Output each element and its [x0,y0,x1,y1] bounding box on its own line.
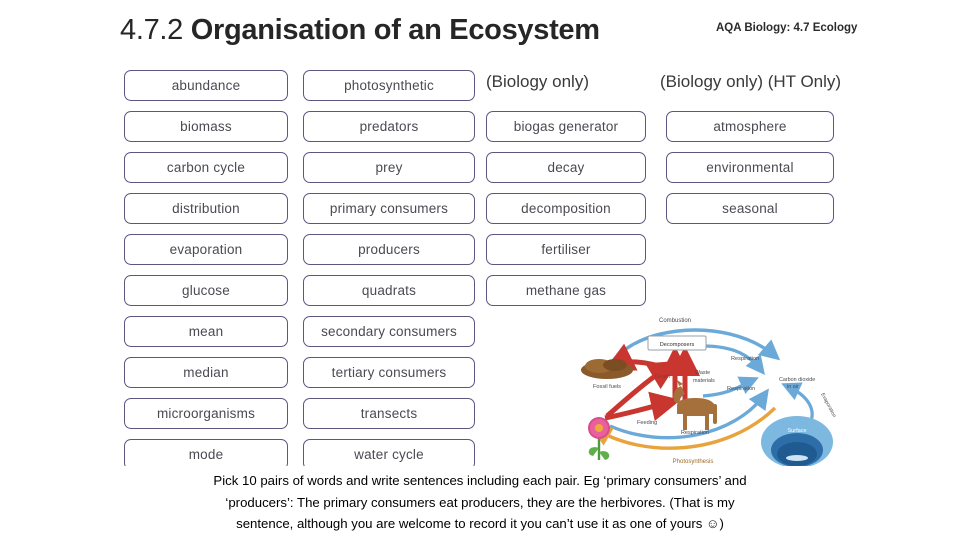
label-evaporation: Evaporation [819,392,837,419]
slide-canvas: 4.7.2 Organisation of an Ecosystem AQA B… [0,0,960,540]
word-box-biomass[interactable]: biomass [124,111,288,142]
word-box-transects[interactable]: transects [303,398,475,429]
word-box-decomposition[interactable]: decomposition [486,193,646,224]
word-box-seasonal[interactable]: seasonal [666,193,834,224]
word-box-decay[interactable]: decay [486,152,646,183]
label-respiration-top: Respiration [731,356,759,362]
word-box-methane-gas[interactable]: methane gas [486,275,646,306]
label-decomposers: Decomposers [660,342,695,348]
word-box-producers[interactable]: producers [303,234,475,265]
word-box-primary-consumers[interactable]: primary consumers [303,193,475,224]
word-box-predators[interactable]: predators [303,111,475,142]
label-surface: Surface [787,428,806,434]
caption-line-2: ‘producers’: The primary consumers eat p… [225,494,735,510]
label-feeding: Feeding [637,420,657,426]
label-carbon-dioxide-2: in air [787,384,799,390]
word-box-atmosphere[interactable]: atmosphere [666,111,834,142]
word-box-mean[interactable]: mean [124,316,288,347]
column-heading-biology-ht-only: (Biology only) (HT Only) [660,72,842,91]
word-box-photosynthetic[interactable]: photosynthetic [303,70,475,101]
spec-reference-tag: AQA Biology: 4.7 Ecology [716,22,858,34]
page-title: 4.7.2 Organisation of an Ecosystem [120,14,600,47]
word-box-environmental[interactable]: environmental [666,152,834,183]
carbon-cycle-figure: Combustion Decomposers Respiration Respi… [575,308,840,468]
word-box-prey[interactable]: prey [303,152,475,183]
word-box-microorganisms[interactable]: microorganisms [124,398,288,429]
label-death: Death [655,374,670,380]
instruction-caption: Pick 10 pairs of words and write sentenc… [0,466,960,540]
caption-line-1: Pick 10 pairs of words and write sentenc… [213,473,747,488]
word-box-glucose[interactable]: glucose [124,275,288,306]
word-box-carbon-cycle[interactable]: carbon cycle [124,152,288,183]
label-photosynthesis: Photosynthesis [673,459,714,465]
word-box-median[interactable]: median [124,357,288,388]
word-box-fertiliser[interactable]: fertiliser [486,234,646,265]
label-carbon-dioxide-1: Carbon dioxide [779,377,815,383]
word-box-distribution[interactable]: distribution [124,193,288,224]
word-box-evaporation[interactable]: evaporation [124,234,288,265]
label-waste-2: materials [693,378,715,384]
page-title-text: Organisation of an Ecosystem [190,14,600,46]
word-box-tertiary-consumers[interactable]: tertiary consumers [303,357,475,388]
word-box-quadrats[interactable]: quadrats [303,275,475,306]
word-box-abundance[interactable]: abundance [124,70,288,101]
word-box-secondary-consumers[interactable]: secondary consumers [303,316,475,347]
word-box-biogas-generator[interactable]: biogas generator [486,111,646,142]
column-heading-biology-only: (Biology only) [486,72,589,91]
label-fossil-fuels: Fossil fuels [593,384,621,390]
label-combustion: Combustion [659,318,691,324]
caption-line-3: sentence, although you are welcome to re… [236,516,724,531]
page-title-number: 4.7.2 [120,14,183,46]
label-waste-1: Waste [695,370,710,376]
label-respiration-animal: Respiration [681,430,709,436]
label-respiration-mid: Respiration [727,386,755,392]
